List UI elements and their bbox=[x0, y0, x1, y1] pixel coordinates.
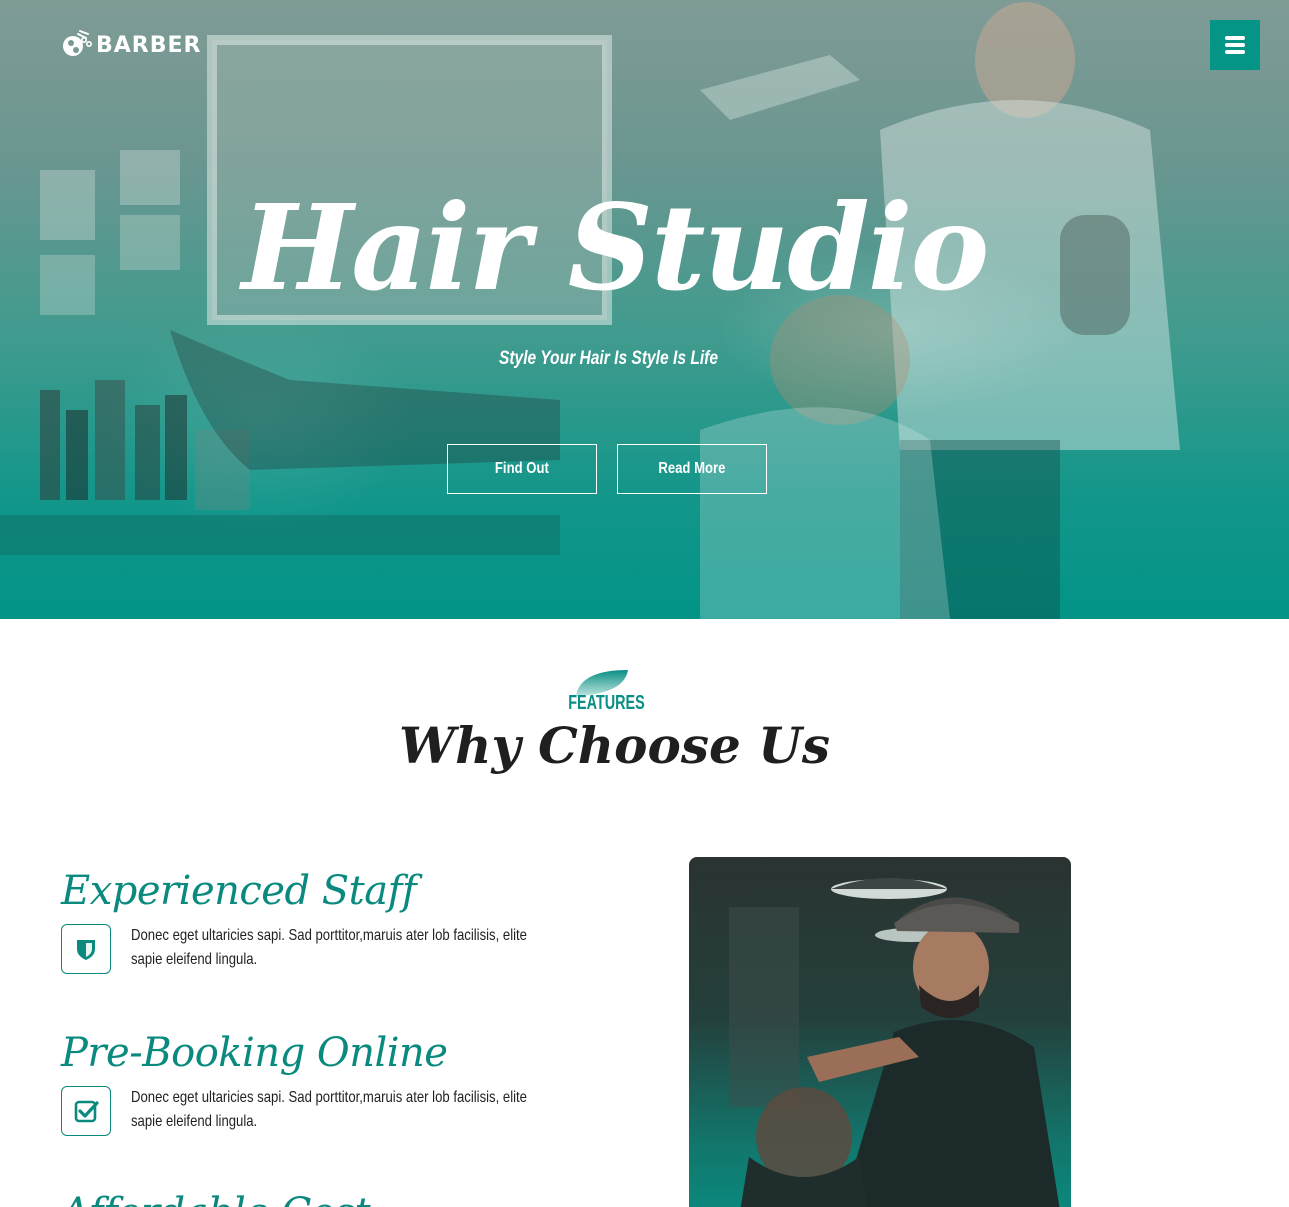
shield-icon bbox=[77, 940, 95, 960]
feature-affordable-cost: Affordable Cost bbox=[61, 1190, 621, 1207]
hero-section: BARBER Hair Studio Style Your Hair Is St… bbox=[0, 0, 1289, 619]
feature-title: Experienced Staff bbox=[61, 868, 417, 914]
section-title: Why Choose Us bbox=[399, 716, 830, 775]
checkbox-icon bbox=[74, 1100, 99, 1123]
brand-logo[interactable]: BARBER bbox=[60, 28, 201, 62]
feature-description: Donec eget ultaricies sapi. Sad porttito… bbox=[131, 1089, 527, 1130]
feature-description: Donec eget ultaricies sapi. Sad porttito… bbox=[131, 927, 527, 968]
hero-subtitle: Style Your Hair Is Style Is Life bbox=[498, 348, 719, 369]
read-more-button[interactable]: Read More bbox=[617, 444, 767, 494]
feature-icon-box bbox=[61, 924, 111, 974]
feature-title: Pre-Booking Online bbox=[61, 1030, 448, 1076]
brand-name: BARBER bbox=[96, 32, 202, 58]
read-more-label: Read More bbox=[658, 460, 726, 477]
find-out-button[interactable]: Find Out bbox=[447, 444, 597, 494]
scissors-logo-icon bbox=[63, 30, 92, 56]
features-eyebrow: FEATURES bbox=[568, 692, 645, 714]
feature-title: Affordable Cost bbox=[61, 1190, 621, 1207]
feature-experienced-staff: Experienced Staff Donec eget ultaricies … bbox=[61, 868, 621, 974]
feature-icon-box bbox=[61, 1086, 111, 1136]
hamburger-menu-icon bbox=[1225, 36, 1245, 54]
menu-button[interactable] bbox=[1210, 20, 1260, 70]
barber-photo bbox=[689, 857, 1071, 1207]
find-out-label: Find Out bbox=[495, 460, 549, 477]
feature-pre-booking-online: Pre-Booking Online Donec eget ultaricies… bbox=[61, 1030, 621, 1136]
hero-title: Hair Studio bbox=[241, 178, 990, 317]
